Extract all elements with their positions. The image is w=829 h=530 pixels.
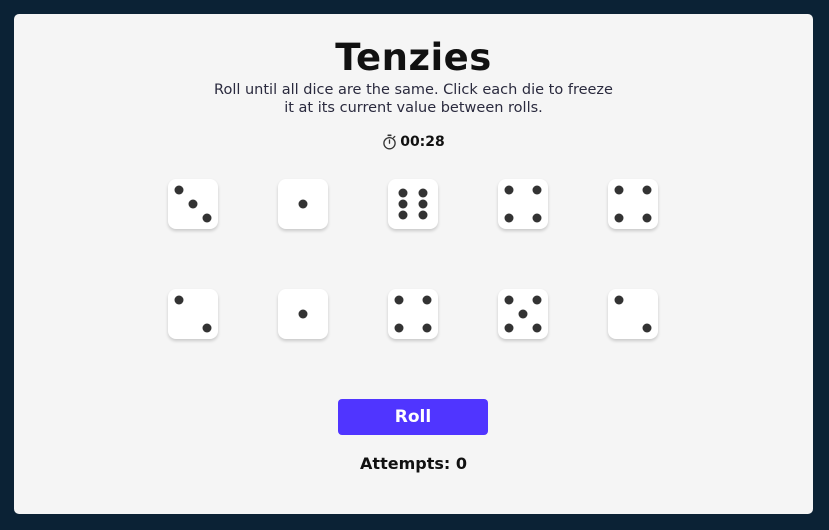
die-8[interactable] [388, 289, 438, 339]
die-pip [188, 199, 198, 209]
die-pip [518, 309, 528, 319]
die-pip [504, 185, 514, 195]
die-pip [642, 185, 652, 195]
die-pip [298, 309, 308, 319]
timer-value: 00:28 [400, 134, 445, 150]
die-pip [642, 213, 652, 223]
die-pip [394, 295, 404, 305]
die-4[interactable] [498, 179, 548, 229]
die-5[interactable] [608, 179, 658, 229]
dice-grid [168, 179, 658, 339]
die-pip [532, 295, 542, 305]
game-instructions: Roll until all dice are the same. Click … [214, 82, 613, 116]
die-pip [504, 213, 514, 223]
die-9[interactable] [498, 289, 548, 339]
die-pip [418, 188, 428, 198]
die-pip [614, 185, 624, 195]
die-pip [418, 210, 428, 220]
die-pip [504, 323, 514, 333]
die-2[interactable] [278, 179, 328, 229]
die-pip [298, 199, 308, 209]
die-10[interactable] [608, 289, 658, 339]
die-pip [398, 188, 408, 198]
die-pip [532, 323, 542, 333]
stopwatch-icon [382, 134, 397, 150]
game-board: Tenzies Roll until all dice are the same… [14, 14, 813, 514]
attempts-counter: Attempts: 0 [360, 454, 467, 473]
die-pip [418, 199, 428, 209]
die-1[interactable] [168, 179, 218, 229]
die-pip [532, 185, 542, 195]
die-pip [422, 323, 432, 333]
die-pip [504, 295, 514, 305]
game-title: Tenzies [335, 36, 492, 79]
roll-button[interactable]: Roll [338, 399, 488, 435]
timer: 00:28 [14, 132, 813, 152]
die-pip [614, 213, 624, 223]
die-pip [614, 295, 624, 305]
die-pip [398, 199, 408, 209]
die-3[interactable] [388, 179, 438, 229]
die-pip [174, 295, 184, 305]
die-pip [394, 323, 404, 333]
die-pip [398, 210, 408, 220]
die-pip [202, 213, 212, 223]
die-pip [202, 323, 212, 333]
die-7[interactable] [278, 289, 328, 339]
die-6[interactable] [168, 289, 218, 339]
die-pip [532, 213, 542, 223]
die-pip [422, 295, 432, 305]
die-pip [174, 185, 184, 195]
die-pip [642, 323, 652, 333]
